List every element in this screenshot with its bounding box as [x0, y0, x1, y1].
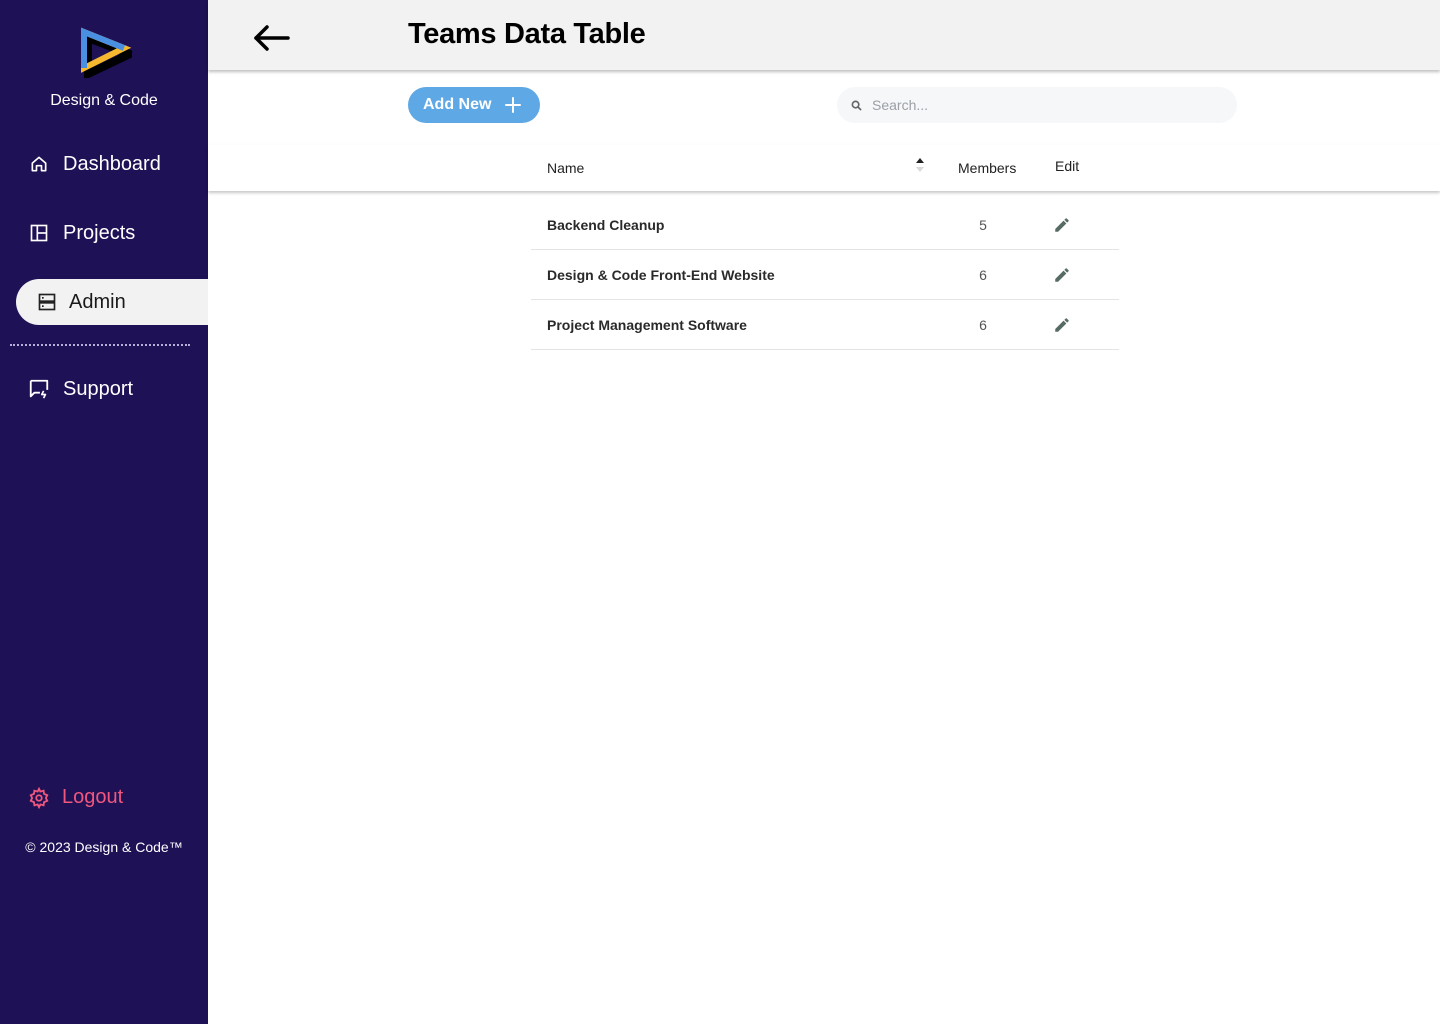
search-input[interactable] [872, 97, 1212, 113]
sort-icon[interactable] [913, 156, 927, 174]
table-row[interactable]: Backend Cleanup 5 [531, 200, 1119, 250]
edit-icon[interactable] [1051, 264, 1073, 286]
home-icon [28, 153, 50, 175]
member-count: 6 [979, 317, 987, 333]
sidebar-item-label: Projects [63, 221, 136, 244]
logout-button[interactable]: Logout [28, 786, 123, 809]
sidebar-item-dashboard[interactable]: Dashboard [16, 141, 208, 187]
table-header [208, 145, 1440, 191]
top-bar [208, 0, 1440, 70]
team-name: Backend Cleanup [547, 217, 665, 233]
table-row[interactable]: Project Management Software 6 [531, 300, 1119, 350]
search-box [837, 87, 1237, 123]
brand-name: Design & Code [50, 92, 158, 109]
edit-icon[interactable] [1051, 314, 1073, 336]
logout-label: Logout [62, 786, 124, 808]
back-button[interactable] [252, 20, 292, 56]
table-row[interactable]: Design & Code Front-End Website 6 [531, 250, 1119, 300]
arrow-left-icon [252, 23, 292, 53]
layout-icon [28, 222, 50, 244]
search-icon [851, 100, 862, 111]
sidebar-item-support[interactable]: Support [16, 366, 208, 412]
sidebar-item-label: Dashboard [63, 152, 161, 175]
edit-icon[interactable] [1051, 214, 1073, 236]
member-count: 6 [979, 267, 987, 283]
copyright-text: © 2023 Design & Code™ [25, 839, 183, 855]
page-title: Teams Data Table [408, 18, 646, 50]
chat-icon [28, 378, 50, 400]
sidebar-item-label: Support [63, 377, 134, 400]
sidebar-item-label: Admin [69, 290, 126, 313]
column-header-name[interactable]: Name [547, 160, 584, 176]
team-name: Project Management Software [547, 317, 747, 333]
add-new-label: Add New [423, 96, 492, 113]
column-header-members[interactable]: Members [958, 160, 1016, 176]
brand-logo[interactable] [78, 26, 141, 81]
team-name: Design & Code Front-End Website [547, 267, 775, 283]
sidebar-item-projects[interactable]: Projects [16, 210, 208, 256]
member-count: 5 [979, 217, 987, 233]
sidebar-item-admin[interactable]: Admin [16, 279, 208, 325]
plus-icon [505, 97, 522, 113]
gear-icon [28, 786, 50, 809]
add-new-button[interactable]: Add New [408, 87, 540, 123]
sidebar: Design & Code Dashboard Projects Admin S… [0, 0, 208, 1024]
column-header-edit: Edit [1055, 158, 1080, 174]
server-icon [36, 291, 58, 313]
sidebar-divider [10, 344, 190, 346]
